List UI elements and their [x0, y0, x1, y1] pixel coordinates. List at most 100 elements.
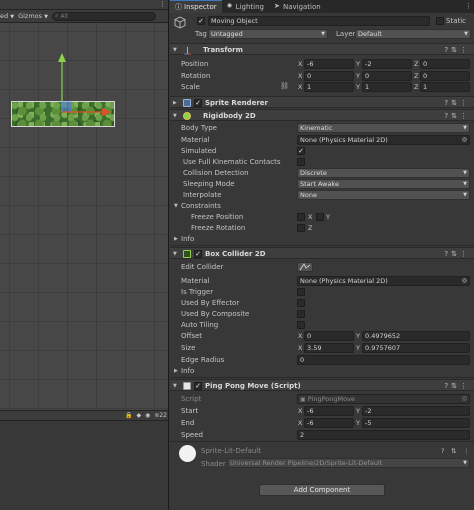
- layers-count[interactable]: ≋22: [154, 412, 167, 419]
- chevron-down-icon: ▼: [463, 460, 467, 466]
- scale-z-field[interactable]: 1: [420, 82, 470, 92]
- tab-lighting[interactable]: ✹ Lighting: [222, 0, 269, 13]
- pingpong-enabled-checkbox[interactable]: ✓: [194, 382, 202, 390]
- used-by-effector-checkbox[interactable]: [297, 299, 305, 307]
- boxcollider2d-header[interactable]: ▼ ✓ Box Collider 2D ?⇅⋮: [170, 247, 474, 259]
- foldout-arrow-icon[interactable]: ▼: [173, 249, 177, 259]
- boxcollider2d-enabled-checkbox[interactable]: ✓: [194, 250, 202, 258]
- edge-radius-field[interactable]: 0: [297, 355, 470, 365]
- preset-icon[interactable]: ⇅: [451, 382, 460, 390]
- freeze-position-x-checkbox[interactable]: [297, 213, 305, 221]
- end-y-field[interactable]: -5: [362, 418, 470, 428]
- moving-object-sprite[interactable]: [11, 101, 115, 127]
- collision-detection-dropdown[interactable]: Discrete ▼: [297, 168, 470, 178]
- component-menu-icons[interactable]: ?⇅⋮: [444, 45, 470, 55]
- more-icon[interactable]: ⋮: [460, 99, 470, 107]
- end-x-field[interactable]: -6: [304, 418, 354, 428]
- position-y-field[interactable]: -2: [362, 59, 412, 69]
- foldout-arrow-icon[interactable]: ▼: [173, 45, 177, 55]
- lock-icon[interactable]: 🔒: [125, 412, 132, 419]
- offset-x-field[interactable]: 0: [304, 331, 354, 341]
- speed-field[interactable]: 2: [297, 430, 470, 440]
- position-x-field[interactable]: -6: [304, 59, 354, 69]
- auto-tiling-checkbox[interactable]: [297, 321, 305, 329]
- bc-info-label[interactable]: Info: [181, 366, 194, 376]
- component-menu-icons[interactable]: ?⇅⋮: [444, 381, 470, 391]
- position-z-field[interactable]: 0: [420, 59, 470, 69]
- panel-menu-icon[interactable]: ⋮: [465, 2, 472, 10]
- edit-collider-button[interactable]: [297, 262, 313, 272]
- add-component-button[interactable]: Add Component: [259, 484, 385, 496]
- full-kinematic-checkbox[interactable]: [297, 158, 305, 166]
- component-menu-icons[interactable]: ?⇅⋮: [444, 111, 470, 121]
- tag-dropdown[interactable]: Untagged ▼: [208, 29, 328, 39]
- preset-icon[interactable]: ⇅: [451, 99, 460, 107]
- more-icon[interactable]: ⋮: [460, 46, 470, 54]
- material-preset-icon[interactable]: ⇅: [451, 446, 456, 456]
- scene-grid[interactable]: [0, 23, 169, 410]
- scene-menu-icon[interactable]: ⋮: [159, 0, 166, 8]
- material-more-icon[interactable]: ⋮: [463, 446, 470, 456]
- start-y-field[interactable]: -2: [362, 406, 470, 416]
- layer-dropdown[interactable]: Default ▼: [355, 29, 471, 39]
- component-menu-icons[interactable]: ?⇅⋮: [444, 249, 470, 259]
- bc-info-foldout-icon[interactable]: ▶: [174, 366, 178, 376]
- static-checkbox[interactable]: [436, 17, 444, 25]
- sleeping-mode-dropdown[interactable]: Start Awake ▼: [297, 179, 470, 189]
- body-type-dropdown[interactable]: Kinematic ▼: [297, 123, 470, 133]
- pingpong-header[interactable]: ▼ ✓ Ping Pong Move (Script) ?⇅⋮: [170, 379, 474, 391]
- size-y-field[interactable]: 0.9757607: [362, 343, 470, 353]
- sprite-renderer-header[interactable]: ▶ ✓ Sprite Renderer ?⇅⋮: [170, 96, 474, 108]
- rb-info-foldout-icon[interactable]: ▶: [174, 234, 178, 244]
- scale-y-field[interactable]: 1: [362, 82, 412, 92]
- interpolate-dropdown[interactable]: None ▼: [297, 190, 470, 200]
- scene-search-input[interactable]: ⌕ All: [51, 11, 156, 21]
- offset-y-field[interactable]: 0.4979652: [362, 331, 470, 341]
- used-by-composite-checkbox[interactable]: [297, 310, 305, 318]
- foldout-arrow-icon[interactable]: ▼: [173, 381, 177, 391]
- scene-view[interactable]: ⋮ ed ▼ Gizmos ▼ ⌕ All 🔒 ◆ ◉ ≋22: [0, 0, 169, 510]
- more-icon[interactable]: ⋮: [460, 250, 470, 258]
- foldout-arrow-icon[interactable]: ▼: [173, 111, 177, 121]
- visibility-icon[interactable]: ◉: [145, 412, 150, 419]
- preset-icon[interactable]: ⇅: [451, 250, 460, 258]
- rigidbody2d-header[interactable]: ▼ Rigidbody 2D ?⇅⋮: [170, 109, 474, 121]
- preset-icon[interactable]: ⇅: [451, 112, 460, 120]
- is-trigger-checkbox[interactable]: [297, 288, 305, 296]
- rotation-z-field[interactable]: 0: [420, 71, 470, 81]
- rotation-y-field[interactable]: 0: [362, 71, 412, 81]
- shader-dropdown[interactable]: Universal Render Pipeline/2D/Sprite-Lit-…: [227, 458, 470, 468]
- link-scale-icon[interactable]: ⛓: [280, 82, 289, 90]
- object-picker-icon[interactable]: ◎: [462, 277, 467, 285]
- size-x-field[interactable]: 3.59: [304, 343, 354, 353]
- object-name-input[interactable]: Moving Object: [208, 16, 430, 26]
- object-active-checkbox[interactable]: ✓: [197, 17, 205, 25]
- move-gizmo[interactable]: [0, 23, 169, 410]
- object-picker-icon[interactable]: ◎: [462, 136, 467, 144]
- rb-info-label[interactable]: Info: [181, 234, 194, 244]
- more-icon[interactable]: ⋮: [460, 112, 470, 120]
- material-help-icon[interactable]: ?: [441, 446, 444, 456]
- preset-icon[interactable]: ⇅: [451, 46, 460, 54]
- freeze-rotation-z-checkbox[interactable]: [297, 224, 305, 232]
- sprite-renderer-enabled-checkbox[interactable]: ✓: [194, 99, 202, 107]
- tab-inspector[interactable]: ⓘ Inspector: [170, 0, 222, 13]
- rotation-x-field[interactable]: 0: [304, 71, 354, 81]
- more-icon[interactable]: ⋮: [460, 382, 470, 390]
- transform-header[interactable]: ▼ Transform ?⇅⋮: [170, 43, 474, 55]
- simulated-checkbox[interactable]: ✓: [297, 147, 305, 155]
- rb-material-field[interactable]: None (Physics Material 2D) ◎: [297, 135, 470, 145]
- component-menu-icons[interactable]: ?⇅⋮: [444, 98, 470, 108]
- tab-navigation[interactable]: ➤ Navigation: [269, 0, 326, 13]
- scale-x-field[interactable]: 1: [304, 82, 354, 92]
- freeze-position-y-checkbox[interactable]: [316, 213, 324, 221]
- bc-material-field[interactable]: None (Physics Material 2D) ◎: [297, 276, 470, 286]
- gizmos-dropdown[interactable]: Gizmos ▼: [18, 12, 48, 20]
- foldout-arrow-icon[interactable]: ▶: [173, 98, 177, 108]
- shading-mode-dropdown[interactable]: ed ▼: [0, 12, 14, 20]
- tag-icon[interactable]: ◆: [136, 412, 141, 419]
- constraints-label[interactable]: Constraints: [181, 201, 221, 211]
- constraints-foldout-icon[interactable]: ▼: [174, 201, 178, 211]
- material-preview-sphere[interactable]: [179, 445, 196, 462]
- start-x-field[interactable]: -6: [304, 406, 354, 416]
